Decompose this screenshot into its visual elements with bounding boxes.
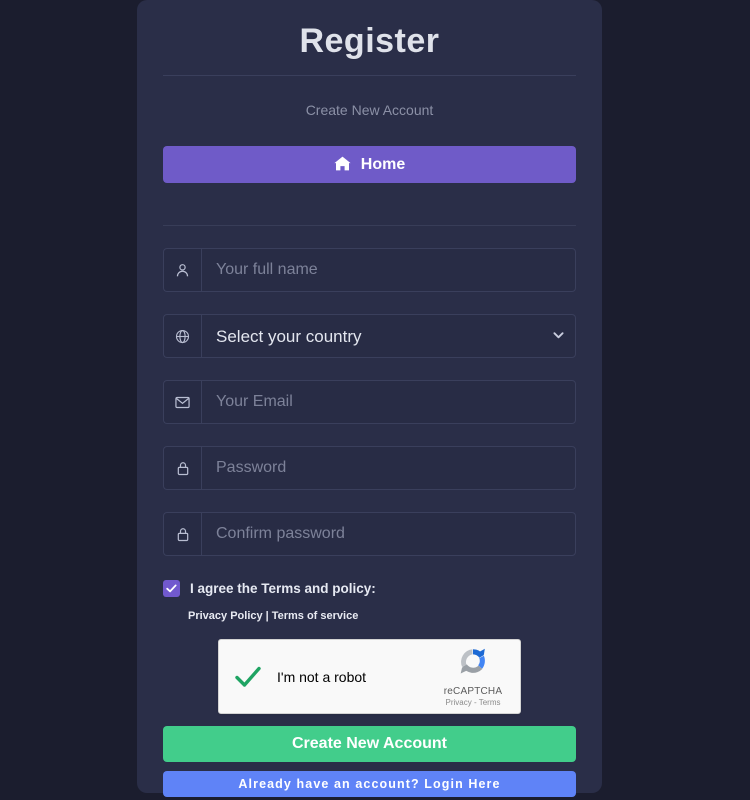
lock-icon bbox=[163, 446, 201, 490]
page-title: Register bbox=[299, 22, 440, 60]
home-button-label: Home bbox=[360, 156, 406, 173]
terms-checkbox[interactable] bbox=[163, 580, 180, 597]
policy-links: Privacy Policy | Terms of service bbox=[163, 610, 576, 622]
privacy-policy-link[interactable]: Privacy Policy bbox=[188, 610, 263, 622]
field-country: Select your country bbox=[163, 314, 576, 358]
field-password bbox=[163, 446, 576, 490]
field-full-name bbox=[163, 248, 576, 292]
field-confirm-password bbox=[163, 512, 576, 556]
confirm-password-input[interactable] bbox=[201, 512, 576, 556]
recaptcha-legal-links[interactable]: Privacy - Terms bbox=[446, 698, 501, 707]
page-subtitle: Create New Account bbox=[305, 102, 434, 118]
terms-label: I agree the Terms and policy: bbox=[190, 581, 376, 596]
recaptcha-label: I'm not a robot bbox=[277, 668, 367, 685]
country-select-wrap: Select your country bbox=[201, 314, 576, 358]
terms-of-service-link[interactable]: Terms of service bbox=[272, 610, 359, 622]
field-email bbox=[163, 380, 576, 424]
recaptcha-brand-name: reCAPTCHA bbox=[443, 686, 503, 697]
email-input[interactable] bbox=[201, 380, 576, 424]
terms-agreement-row: I agree the Terms and policy: bbox=[163, 580, 576, 597]
password-input[interactable] bbox=[201, 446, 576, 490]
page-root: Register Create New Account Home Your fu… bbox=[0, 0, 750, 800]
register-card: Register Create New Account Home Your fu… bbox=[137, 0, 602, 797]
recaptcha-logo-icon bbox=[457, 646, 489, 683]
section-divider bbox=[163, 225, 576, 226]
home-button[interactable]: Home bbox=[163, 146, 576, 183]
home-icon bbox=[334, 148, 351, 185]
create-account-button[interactable]: Create New Account bbox=[163, 726, 576, 762]
login-here-button[interactable]: Already have an account? Login Here bbox=[163, 771, 576, 797]
recaptcha-widget[interactable]: I'm not a robot reCAPTCHA Privacy - Term… bbox=[218, 639, 521, 714]
recaptcha-branding: reCAPTCHA Privacy - Terms bbox=[432, 646, 520, 707]
person-icon bbox=[163, 248, 201, 292]
country-select[interactable]: Select your country bbox=[201, 314, 576, 358]
lock-icon bbox=[163, 512, 201, 556]
envelope-icon bbox=[163, 380, 201, 424]
recaptcha-checkbox[interactable] bbox=[219, 665, 277, 689]
full-name-input[interactable] bbox=[201, 248, 576, 292]
globe-icon bbox=[163, 314, 201, 358]
policy-separator: | bbox=[265, 610, 269, 622]
